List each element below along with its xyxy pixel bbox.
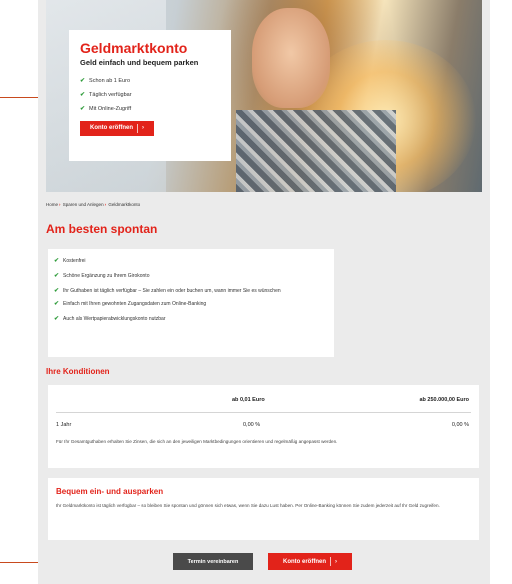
conditions-note: Für Ihr Gesamtguthaben erhalten Sie Zins… — [56, 439, 338, 444]
table-cell-rate-1: 0,00 % — [243, 422, 261, 428]
conditions-table: ab 0,01 Euro ab 250.000,00 Euro 1 Jahr 0… — [48, 385, 479, 468]
table-header-tier-2: ab 250.000,00 Euro — [419, 397, 469, 403]
promo-bullet: ✔ Schon ab 1 Euro — [80, 78, 131, 84]
chevron-right-icon: › — [142, 125, 144, 131]
chevron-right-icon: › — [59, 202, 61, 207]
chevron-right-icon: › — [335, 558, 337, 565]
table-header-tier-1: ab 0,01 Euro — [232, 397, 265, 403]
table-divider — [56, 412, 471, 413]
hero-banner: Geldmarktkonto Geld einfach und bequem p… — [46, 0, 482, 192]
check-icon: ✔ — [54, 301, 60, 307]
hero-photo-shirt — [236, 110, 396, 192]
promo-bullet-list: ✔ Schon ab 1 Euro ✔ Täglich verfügbar ✔ Mit… — [80, 74, 220, 116]
info-title: Bequem ein- und ausparken — [56, 487, 164, 496]
table-cell-rate-2: 0,00 % — [451, 422, 469, 428]
promo-card: Geldmarktkonto Geld einfach und bequem p… — [69, 30, 231, 161]
promo-bullet: ✔ Täglich verfügbar — [80, 92, 132, 98]
promo-subtitle: Geld einfach und bequem parken — [80, 58, 199, 67]
annotation-line-top-h — [0, 97, 43, 98]
table-row-label: 1 Jahr — [56, 422, 72, 428]
feature-item: ✔ Ihr Guthaben ist täglich verfügbar – Si… — [54, 288, 281, 294]
check-icon: ✔ — [80, 106, 86, 112]
conditions-title: Ihre Konditionen — [46, 367, 110, 376]
feature-item: ✔ Einfach mit Ihren gewohnten Zugangsdate… — [54, 301, 207, 307]
promo-title: Geldmarktkonto — [80, 40, 188, 56]
promo-bullet: ✔ Mit Online-Zugriff — [80, 106, 132, 112]
check-icon: ✔ — [54, 273, 60, 279]
chevron-right-icon: › — [104, 202, 107, 207]
hero-photo-face — [252, 8, 330, 108]
info-text: Ihr Geldmarktkonto ist täglich verfügbar… — [56, 503, 440, 508]
feature-item: ✔ Schöne Ergänzung zu Ihrem Girokonto — [54, 273, 150, 279]
feature-item: ✔ Kostenfrei — [54, 258, 86, 264]
open-account-button[interactable]: Konto eröffnen › — [268, 553, 352, 570]
section-title: Am besten spontan — [46, 222, 158, 236]
appointment-button[interactable]: Termin vereinbaren — [173, 553, 253, 570]
check-icon: ✔ — [80, 92, 86, 98]
button-separator — [330, 557, 331, 566]
check-icon: ✔ — [54, 288, 60, 294]
check-icon: ✔ — [80, 78, 86, 84]
promo-open-account-button[interactable]: Konto eröffnen › — [80, 120, 154, 136]
button-separator — [137, 123, 138, 133]
breadcrumb-current: Geldmarktkonto — [108, 202, 141, 207]
breadcrumb-sparen[interactable]: Sparen und Anlegen — [63, 202, 104, 207]
check-icon: ✔ — [54, 316, 60, 322]
breadcrumb-home[interactable]: Home — [46, 202, 58, 207]
page-content: Geldmarktkonto Geld einfach und bequem p… — [38, 0, 490, 584]
feature-list: ✔ Kostenfrei ✔ Schöne Ergänzung zu Ihrem G… — [48, 249, 334, 357]
feature-item: ✔ Auch als Wertpapierabwicklungskonto nut… — [54, 316, 166, 322]
check-icon: ✔ — [54, 258, 60, 264]
info-box: Bequem ein- und ausparken Ihr Geldmarktk… — [48, 478, 479, 540]
breadcrumb: Home› Sparen und Anlegen› Geldmarktkonto — [46, 202, 140, 207]
